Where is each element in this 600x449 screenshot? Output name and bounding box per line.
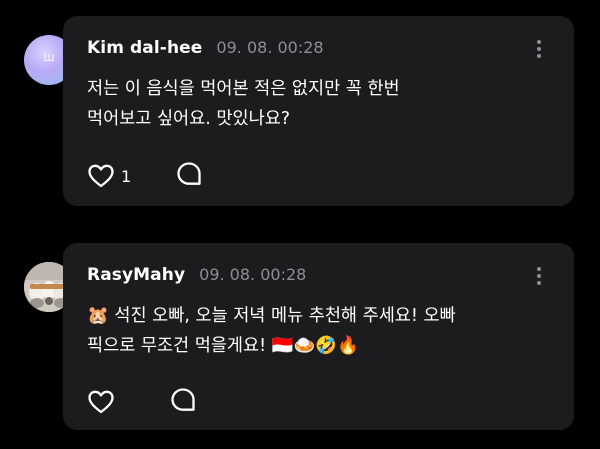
heart-icon xyxy=(88,164,114,188)
comment-text-line: 먹어보고 싶어요. 맛있나요? xyxy=(87,109,291,129)
comment-card: RasyMahy 09. 08. 00:28 🐹 석진 오빠, 오늘 저녁 메뉴… xyxy=(63,243,574,430)
comment-actions xyxy=(87,386,197,418)
comment-actions: 1 xyxy=(87,160,203,192)
speech-bubble-icon xyxy=(177,162,201,185)
comment-header: Kim dal-hee 09. 08. 00:28 xyxy=(87,38,324,62)
reply-button[interactable] xyxy=(169,386,197,418)
more-options-icon[interactable] xyxy=(536,40,542,58)
comment-text: 🐹 석진 오빠, 오늘 저녁 메뉴 추천해 주세요! 오빠 픽으로 무조건 먹을… xyxy=(87,301,547,361)
like-button[interactable]: 1 xyxy=(87,163,131,189)
like-button[interactable] xyxy=(87,389,121,415)
comment-text-line: 🐹 석진 오빠, 오늘 저녁 메뉴 추천해 주세요! 오빠 xyxy=(87,306,456,326)
comment-author[interactable]: RasyMahy xyxy=(87,265,185,285)
comment-text: 저는 이 음식을 먹어본 적은 없지만 꼭 한번 먹어보고 싶어요. 맛있나요? xyxy=(87,74,547,134)
comment-text-line: 픽으로 무조건 먹을게요! 🇮🇩🍛🤣🔥 xyxy=(87,336,359,356)
comment-card: Kim dal-hee 09. 08. 00:28 저는 이 음식을 먹어본 적… xyxy=(63,16,574,206)
comment-header: RasyMahy 09. 08. 00:28 xyxy=(87,265,306,289)
heart-icon xyxy=(88,390,114,414)
speech-bubble-icon xyxy=(171,388,195,411)
comment-author[interactable]: Kim dal-hee xyxy=(87,38,202,58)
comment-text-line: 저는 이 음식을 먹어본 적은 없지만 꼭 한번 xyxy=(87,79,400,99)
reply-button[interactable] xyxy=(175,160,203,192)
comment-timestamp: 09. 08. 00:28 xyxy=(199,265,307,284)
comment-timestamp: 09. 08. 00:28 xyxy=(216,38,324,57)
more-options-icon[interactable] xyxy=(536,267,542,285)
like-count: 1 xyxy=(121,166,132,186)
